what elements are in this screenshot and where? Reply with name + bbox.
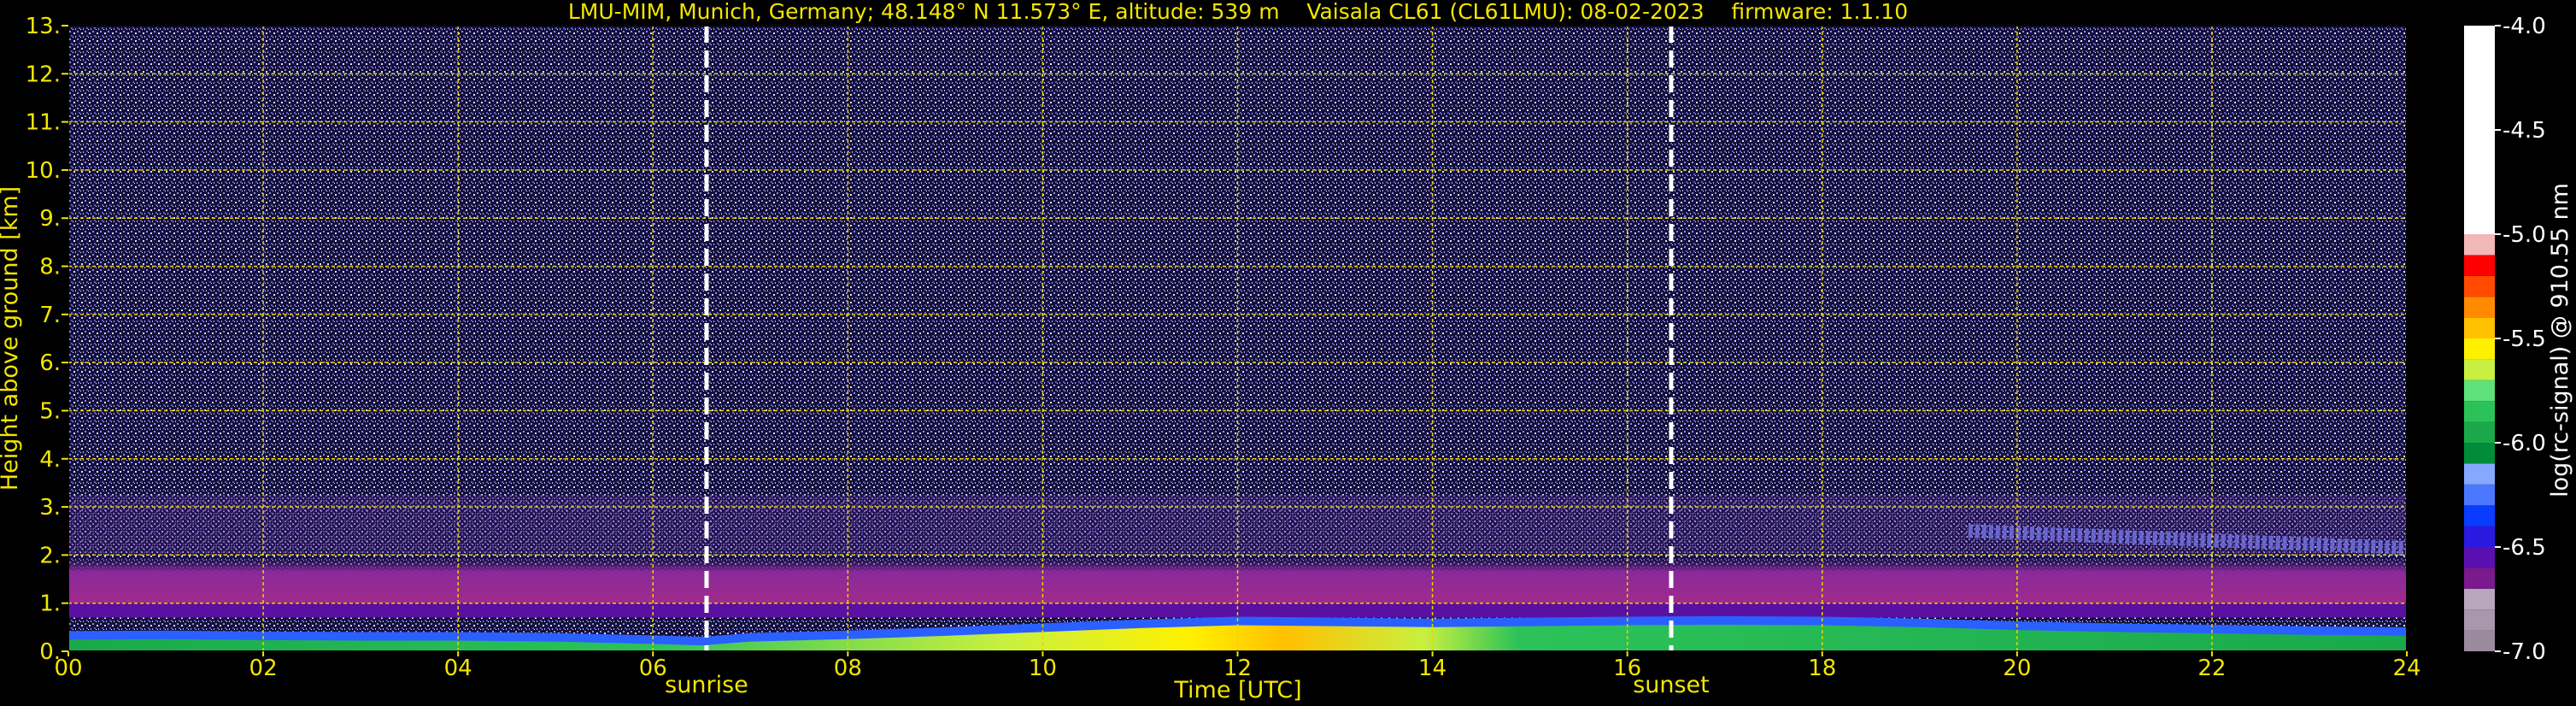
y-tick-label: 3.	[39, 495, 61, 521]
colorbar-band	[2464, 443, 2495, 464]
x-tick-label: 18	[1808, 656, 1836, 681]
upper-boundary-layer	[68, 603, 2407, 618]
y-tick-label: 13.	[26, 14, 61, 39]
colorbar-band	[2464, 297, 2495, 318]
colorbar-band	[2464, 401, 2495, 422]
x-tick-label: 16	[1613, 656, 1641, 681]
colorbar-band	[2464, 421, 2495, 443]
colorbar-band	[2464, 609, 2495, 631]
colorbar-band	[2464, 234, 2495, 256]
colorbar-band	[2464, 255, 2495, 276]
colorbar-band	[2464, 547, 2495, 568]
x-tick-label: 10	[1029, 656, 1057, 681]
x-tick-label: 08	[834, 656, 862, 681]
colorbar-tick-label: -5.5	[2503, 327, 2546, 352]
colorbar-band	[2464, 505, 2495, 527]
colorbar-tick-label: -4.5	[2503, 118, 2546, 144]
colorbar-band	[2464, 359, 2495, 380]
y-tick-label: 12.	[26, 62, 61, 87]
colorbar: -4.0 -4.5 -5.0 -5.5 -6.0 -6.5 -7.0	[2464, 14, 2546, 665]
x-axis-label: Time [UTC]	[1173, 677, 1301, 703]
x-tick-label: 14	[1418, 656, 1446, 681]
colorbar-band	[2464, 526, 2495, 547]
colorbar-tick-label: -5.0	[2503, 222, 2546, 248]
colorbar-band	[2464, 379, 2495, 402]
colorbar-band	[2464, 630, 2495, 651]
sunrise-label: sunrise	[665, 672, 748, 698]
colorbar-band	[2464, 275, 2495, 297]
y-tick-label: 10.	[26, 158, 61, 184]
x-tick-label: 24	[2392, 656, 2421, 681]
colorbar-label: log(rc-signal) @ 910.55 nm	[2547, 183, 2573, 497]
x-tick-label: 22	[2198, 656, 2226, 681]
y-tick-label: 2.	[39, 543, 61, 568]
colorbar-band	[2464, 588, 2495, 610]
colorbar-tick-label: -7.0	[2503, 639, 2546, 665]
y-tick-label: 4.	[39, 447, 61, 473]
y-tick-label: 1.	[39, 591, 61, 617]
colorbar-band	[2464, 568, 2495, 589]
x-tick-label: 00	[54, 656, 82, 681]
ceilometer-chart: sunrise sunset 0.1.2.3.4.5.6.7.8.9.10.11.…	[0, 0, 2573, 703]
colorbar-band	[2464, 317, 2495, 338]
x-tick-label: 04	[444, 656, 472, 681]
y-tick-label: 9.	[39, 206, 61, 232]
y-tick-label: 11.	[26, 110, 61, 136]
colorbar-band	[2464, 338, 2495, 360]
x-tick-label: 06	[639, 656, 667, 681]
chart-title: LMU-MIM, Munich, Germany; 48.148° N 11.5…	[568, 0, 1908, 24]
colorbar-band	[2464, 26, 2495, 234]
y-tick-label: 7.	[39, 303, 61, 328]
colorbar-band	[2464, 484, 2495, 506]
x-tick-label: 20	[2003, 656, 2031, 681]
x-tick-label: 02	[249, 656, 278, 681]
y-tick-label: 8.	[39, 255, 61, 280]
y-axis-label: Height above ground [km]	[0, 186, 23, 491]
y-tick-label: 5.	[39, 398, 61, 424]
sunset-label: sunset	[1633, 672, 1710, 698]
colorbar-tick-label: -6.0	[2503, 431, 2546, 456]
y-tick-label: 6.	[39, 350, 61, 376]
colorbar-tick-label: -4.0	[2503, 14, 2546, 39]
colorbar-tick-label: -6.5	[2503, 535, 2546, 561]
colorbar-band	[2464, 463, 2495, 485]
